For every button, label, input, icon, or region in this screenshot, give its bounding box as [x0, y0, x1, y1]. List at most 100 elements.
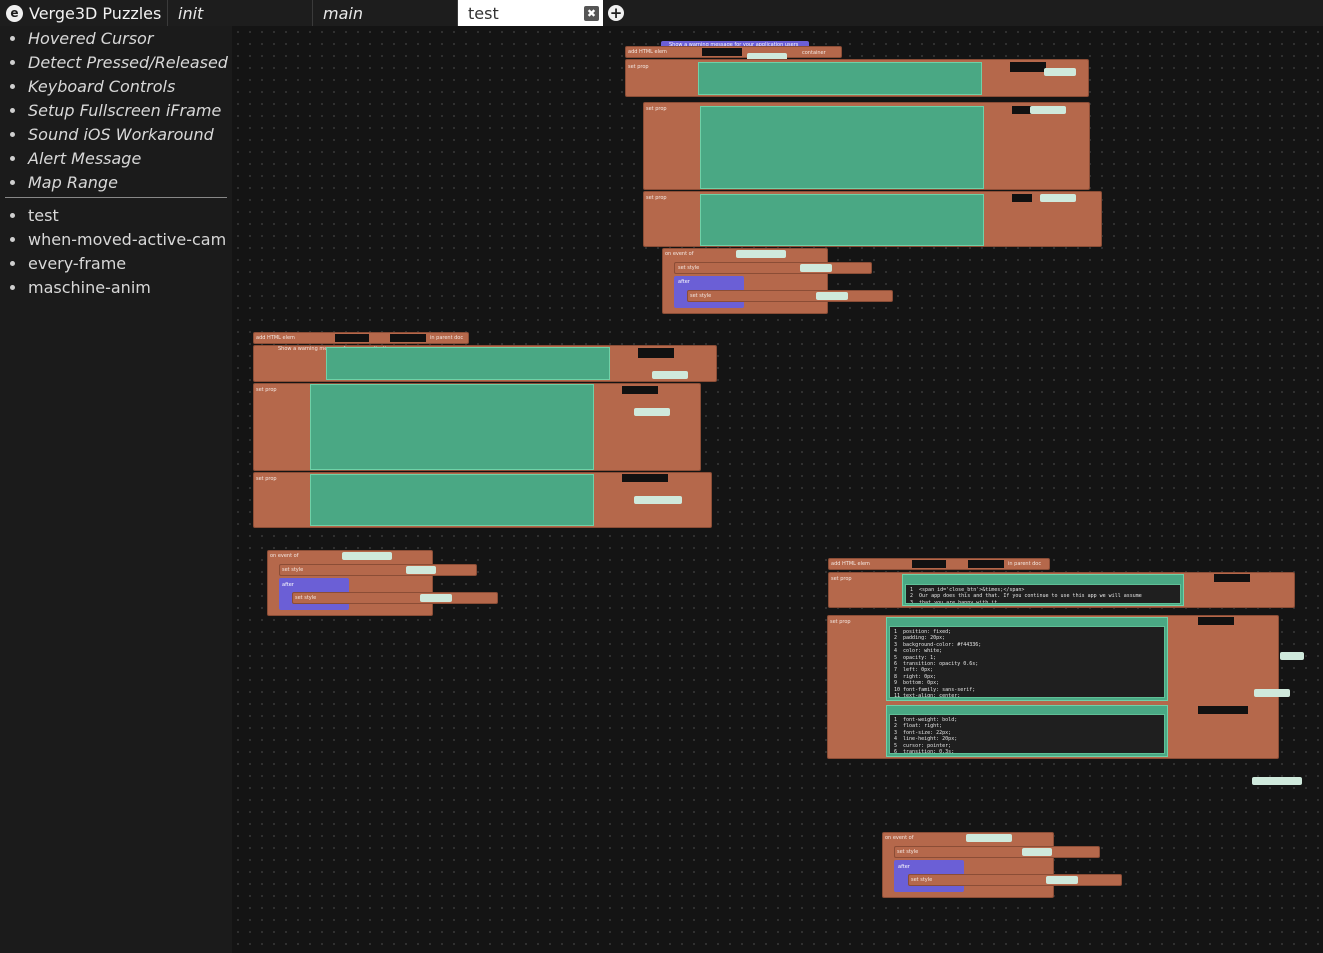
set-style-none-block[interactable] [292, 592, 498, 604]
block-label: in parent doc [430, 335, 464, 341]
id-slot[interactable] [702, 48, 742, 56]
procedure-list: test when-moved-active-cam every-frame m… [0, 203, 232, 299]
set-style-block[interactable] [674, 262, 872, 274]
style-code-1[interactable]: 1 position: fixed; 2 padding: 20px; 3 ba… [889, 626, 1165, 698]
style-text-block[interactable] [310, 474, 594, 526]
library-item-sound-ios[interactable]: Sound iOS Workaround [0, 122, 232, 146]
elem-slot[interactable] [1010, 62, 1046, 72]
procedure-item-test[interactable]: test [0, 203, 232, 227]
elem-slot[interactable] [1198, 617, 1234, 625]
to-slot[interactable] [390, 334, 426, 342]
add-tab-button[interactable]: + [603, 0, 629, 26]
elem-slot[interactable] [1214, 574, 1250, 582]
library-item-label: Alert Message [28, 148, 142, 168]
library-item-keyboard-controls[interactable]: Keyboard Controls [0, 74, 232, 98]
block-label: add HTML elem [831, 561, 870, 567]
bullet-icon [10, 35, 15, 41]
close-btn-tag[interactable] [342, 552, 392, 560]
procedure-item-label: maschine-anim [28, 277, 151, 297]
set-style-block[interactable] [279, 564, 477, 576]
block-label: on event of [665, 251, 694, 257]
procedure-item-label: when-moved-active-cam [28, 229, 227, 249]
alert-tag[interactable] [1022, 848, 1052, 856]
close-tab-icon[interactable]: ✖ [584, 5, 599, 21]
elem-slot[interactable] [1198, 706, 1248, 714]
elem-slot[interactable] [622, 474, 668, 482]
library-item-fullscreen-iframe[interactable]: Setup Fullscreen iFrame [0, 98, 232, 122]
procedure-item-when-moved[interactable]: when-moved-active-cam [0, 227, 232, 251]
block-label: container [802, 50, 826, 56]
block-label: after [678, 279, 690, 285]
alert-tag[interactable] [816, 292, 848, 300]
block-label: after [898, 864, 910, 870]
elem-slot[interactable] [638, 348, 674, 358]
alert-tag[interactable] [406, 566, 436, 574]
set-style-none-block[interactable] [687, 290, 893, 302]
verge3d-logo-icon: e [6, 4, 23, 22]
id-slot[interactable] [912, 560, 946, 568]
elem-slot[interactable] [1012, 194, 1032, 202]
alert-tag[interactable] [800, 264, 832, 272]
tab-main[interactable]: main [313, 0, 458, 26]
library-item-label: Sound iOS Workaround [28, 124, 214, 144]
to-slot[interactable] [968, 560, 1004, 568]
bullet-icon [10, 260, 15, 266]
tab-init[interactable]: init [168, 0, 313, 26]
app-title: Verge3D Puzzles [29, 3, 162, 23]
block-label: set prop [831, 576, 852, 582]
alert-tag[interactable] [420, 594, 452, 602]
library-item-detect-pressed[interactable]: Detect Pressed/Released [0, 50, 232, 74]
procedure-item-maschine-anim[interactable]: maschine-anim [0, 275, 232, 299]
library-item-hovered-cursor[interactable]: Hovered Cursor [0, 26, 232, 50]
close-btn-tag[interactable] [736, 250, 786, 258]
bullet-icon [10, 155, 15, 161]
plus-icon: + [608, 4, 624, 22]
bullet-icon [10, 131, 15, 137]
alert-tag[interactable] [1280, 652, 1304, 660]
close-btn-tag[interactable] [1252, 777, 1302, 785]
alert-tag[interactable] [634, 408, 670, 416]
close-btn-tag[interactable] [634, 496, 682, 504]
set-style-none-block[interactable] [908, 874, 1122, 886]
set-style-block[interactable] [894, 846, 1100, 858]
close-btn-tag[interactable] [1040, 194, 1076, 202]
style-text-block[interactable] [700, 106, 984, 189]
elem-slot[interactable] [622, 386, 658, 394]
block-label: set prop [256, 476, 277, 482]
alert-tag[interactable] [1030, 106, 1066, 114]
library-item-label: Detect Pressed/Released [28, 52, 228, 72]
block-label: set style [897, 849, 919, 855]
inner-html-code[interactable]: 1 <span id='close_btn'>&times;</span> 2 … [905, 584, 1181, 604]
procedure-item-label: every-frame [28, 253, 127, 273]
block-label: add HTML elem [628, 49, 667, 55]
elem-slot[interactable] [1012, 106, 1032, 114]
block-label: add HTML elem [256, 335, 295, 341]
procedure-item-label: test [28, 205, 59, 225]
sidebar-divider [5, 197, 227, 198]
alert-tag[interactable] [1046, 876, 1078, 884]
alert-tag[interactable] [1044, 68, 1076, 76]
id-slot[interactable] [335, 334, 369, 342]
style-text-block[interactable] [700, 194, 984, 246]
tab-test[interactable]: test ✖ [458, 0, 603, 26]
procedure-item-every-frame[interactable]: every-frame [0, 251, 232, 275]
alert-tag[interactable] [1254, 689, 1290, 697]
library-item-label: Setup Fullscreen iFrame [28, 100, 222, 120]
bullet-icon [10, 284, 15, 290]
html-text-block[interactable] [698, 62, 982, 95]
library-item-alert-message[interactable]: Alert Message [0, 146, 232, 170]
bullet-icon [10, 107, 15, 113]
library-list: Hovered Cursor Detect Pressed/Released K… [0, 26, 232, 194]
library-item-map-range[interactable]: Map Range [0, 170, 232, 194]
block-label: set style [282, 567, 304, 573]
style-text-block[interactable] [310, 384, 594, 470]
close-btn-tag[interactable] [966, 834, 1012, 842]
puzzle-workspace[interactable]: Show a warning message for your applicat… [232, 26, 1323, 953]
html-text-block[interactable] [326, 347, 610, 380]
bullet-icon [10, 83, 15, 89]
tab-label: init [178, 3, 204, 23]
alert-tag[interactable] [652, 371, 688, 379]
block-label: set prop [256, 387, 277, 393]
block-label: set prop [830, 619, 851, 625]
style-code-2[interactable]: 1 font-weight: bold; 2 float: right; 3 f… [889, 714, 1165, 754]
